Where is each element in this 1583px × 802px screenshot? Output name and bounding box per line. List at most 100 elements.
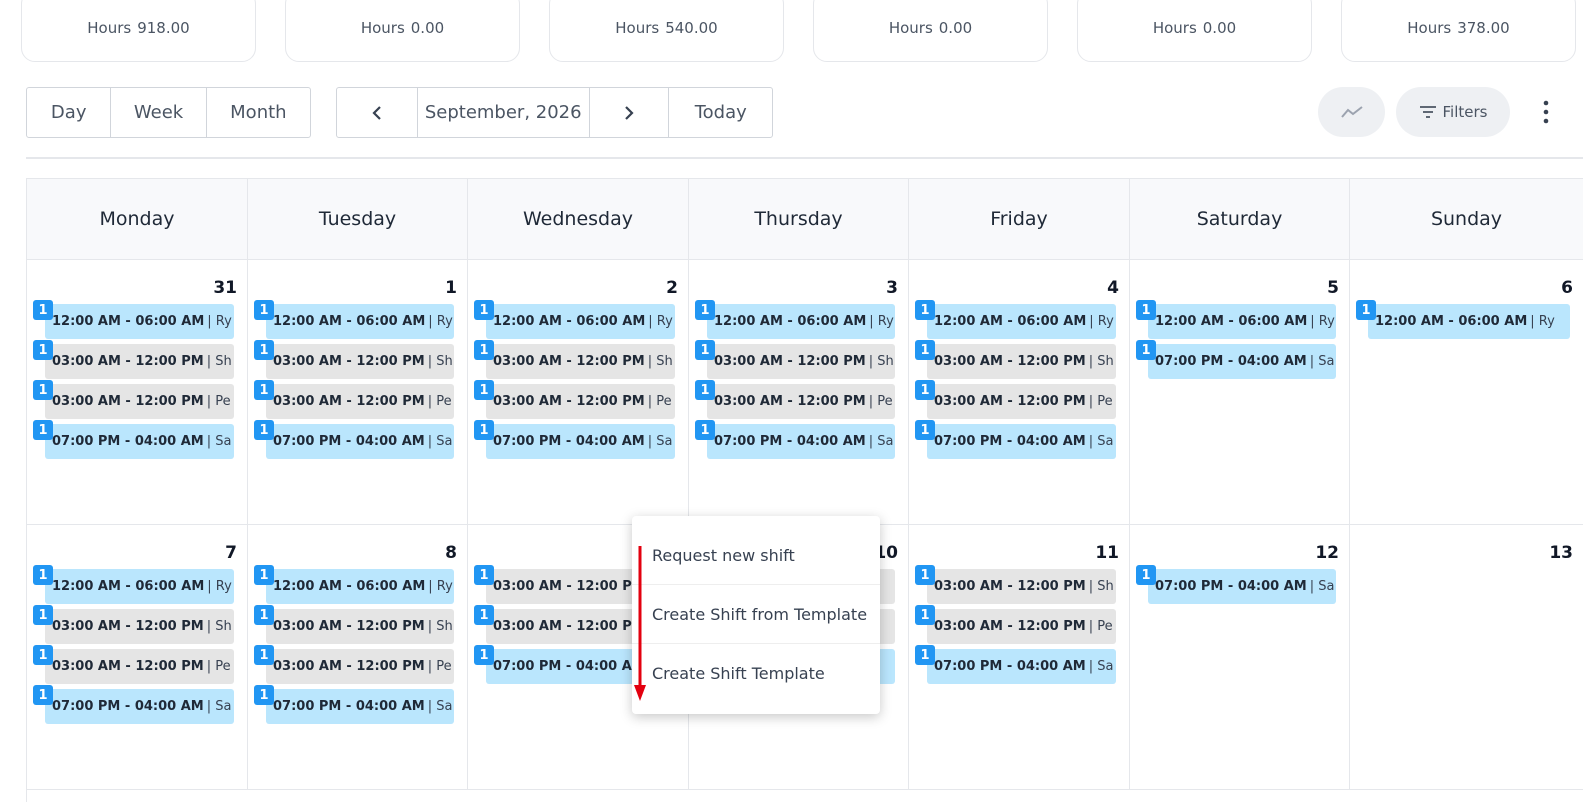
shift-block[interactable]: 03:00 AM - 12:00 PM | Sh <box>486 344 675 379</box>
shift-time: 03:00 AM - 12:00 PM <box>493 394 645 409</box>
shift-count-badge: 1 <box>915 605 935 625</box>
shift-time: 07:00 PM - 04:00 AM <box>273 434 425 449</box>
next-month-button[interactable] <box>590 88 670 137</box>
weekday-header: Friday <box>909 179 1130 260</box>
shift-block[interactable]: 03:00 AM - 12:00 PM | Pe <box>266 384 454 419</box>
shift-assignee: | Ry <box>1310 314 1335 329</box>
shift-assignee: | Sa <box>1309 354 1335 369</box>
shift-time: 07:00 PM - 04:00 AM <box>934 659 1086 674</box>
day-number: 3 <box>886 278 898 298</box>
menu-item-create-shift-from-template[interactable]: Create Shift from Template <box>632 585 880 644</box>
shift-count-badge: 1 <box>474 340 494 360</box>
shift-time: 03:00 AM - 12:00 PM <box>714 354 866 369</box>
chevron-left-icon <box>372 105 381 120</box>
shift-block[interactable]: 03:00 AM - 12:00 PM | Sh <box>45 344 234 379</box>
shift-block[interactable]: 03:00 AM - 12:00 PM | Pe <box>707 384 895 419</box>
shift-block[interactable]: 03:00 AM - 12:00 PM | Sh <box>707 344 895 379</box>
day-cell[interactable]: 1 12:00 AM - 06:00 AM | Ry 1 03:00 AM - 12:0… <box>248 260 468 525</box>
hours-label: Hours <box>888 19 933 37</box>
shift-assignee: | Sh <box>427 354 453 369</box>
shift-block[interactable]: 12:00 AM - 06:00 AM | Ry <box>1368 304 1570 339</box>
shift-block[interactable]: 03:00 AM - 12:00 PM | Sh <box>266 344 454 379</box>
shift-assignee: | Sh <box>1088 579 1114 594</box>
shift-time: 03:00 AM - 12:00 PM <box>52 659 204 674</box>
shift-assignee: | Sh <box>868 354 894 369</box>
shift-block[interactable]: 12:00 AM - 06:00 AM | Ry <box>927 304 1116 339</box>
view-week-button[interactable]: Week <box>111 88 207 137</box>
menu-item-request-new-shift[interactable]: Request new shift <box>632 526 880 585</box>
shift-block[interactable]: 07:00 PM - 04:00 AM | Sa <box>266 424 454 459</box>
shift-block[interactable]: 03:00 AM - 12:00 PM | Sh <box>927 344 1116 379</box>
shift-block[interactable]: 12:00 AM - 06:00 AM | Ry <box>45 569 234 604</box>
day-cell[interactable]: 11 03:00 AM - 12:00 PM | Sh 1 03:00 AM - 12:… <box>909 525 1130 790</box>
shift-block[interactable]: 07:00 PM - 04:00 AM | Sa <box>45 689 234 724</box>
shift-assignee: | Ry <box>207 579 232 594</box>
shift-block[interactable]: 03:00 AM - 12:00 PM | Pe <box>927 384 1116 419</box>
hours-label: Hours <box>360 19 405 37</box>
menu-item-create-shift-template[interactable]: Create Shift Template <box>632 644 880 703</box>
shift-assignee: | Pe <box>427 659 452 674</box>
weekday-header: Tuesday <box>248 179 468 260</box>
shift-block[interactable]: 12:00 AM - 06:00 AM | Ry <box>45 304 234 339</box>
shift-block[interactable]: 03:00 AM - 12:00 PM | Pe <box>266 649 454 684</box>
today-button[interactable]: Today <box>669 88 772 137</box>
shift-block[interactable]: 12:00 AM - 06:00 AM | Ry <box>1148 304 1336 339</box>
trend-button[interactable] <box>1318 87 1385 137</box>
shift-block[interactable]: 03:00 AM - 12:00 PM | Pe <box>45 384 234 419</box>
shift-time: 12:00 AM - 06:00 AM <box>493 314 646 329</box>
shift-count-badge: 1 <box>33 565 53 585</box>
shift-time: 07:00 PM - 04:00 AM <box>273 699 425 714</box>
current-month-label: September, 2026 <box>418 88 590 137</box>
shift-block[interactable]: 03:00 AM - 12:00 PM | Pe <box>486 384 675 419</box>
shift-block[interactable]: 03:00 AM - 12:00 PM | Sh <box>45 609 234 644</box>
hours-label: Hours <box>615 19 660 37</box>
day-cell[interactable]: 13 <box>1350 525 1583 790</box>
day-cell[interactable]: 7 12:00 AM - 06:00 AM | Ry 1 03:00 AM - 12:0… <box>27 525 248 790</box>
day-cell[interactable]: 2 12:00 AM - 06:00 AM | Ry 1 03:00 AM - 12:0… <box>468 260 689 525</box>
shift-block[interactable]: 07:00 PM - 04:00 AM | Sa <box>1148 344 1336 379</box>
shift-block[interactable]: 07:00 PM - 04:00 AM | Sa <box>45 424 234 459</box>
shift-block[interactable]: 07:00 PM - 04:00 AM | Sa <box>266 689 454 724</box>
shift-count-badge: 1 <box>1356 300 1376 320</box>
day-cell[interactable]: 3 12:00 AM - 06:00 AM | Ry 1 03:00 AM - 12:0… <box>689 260 909 525</box>
shift-block[interactable]: 07:00 PM - 04:00 AM | Sa <box>1148 569 1336 604</box>
filters-button[interactable]: Filters <box>1396 87 1510 137</box>
shift-block[interactable]: 12:00 AM - 06:00 AM | Ry <box>266 569 454 604</box>
shift-block[interactable]: 07:00 PM - 04:00 AM | Sa <box>486 424 675 459</box>
shift-block[interactable]: 07:00 PM - 04:00 AM | Sa <box>927 424 1116 459</box>
shift-assignee: | Ry <box>428 314 453 329</box>
shift-count-badge: 1 <box>474 565 494 585</box>
shift-block[interactable]: 07:00 PM - 04:00 AM | Sa <box>927 649 1116 684</box>
shift-block[interactable]: 03:00 AM - 12:00 PM | Sh <box>927 569 1116 604</box>
shift-block[interactable]: 12:00 AM - 06:00 AM | Ry <box>266 304 454 339</box>
shift-assignee: | Ry <box>869 314 894 329</box>
day-cell[interactable]: 8 12:00 AM - 06:00 AM | Ry 1 03:00 AM - 12:0… <box>248 525 468 790</box>
view-day-button[interactable]: Day <box>27 88 112 137</box>
prev-month-button[interactable] <box>337 88 418 137</box>
day-cell[interactable]: 12 07:00 PM - 04:00 AM | Sa 1 <box>1130 525 1350 790</box>
shift-time: 12:00 AM - 06:00 AM <box>52 314 205 329</box>
shift-time: 12:00 AM - 06:00 AM <box>1375 314 1528 329</box>
day-cell[interactable]: 31 12:00 AM - 06:00 AM | Ry 1 03:00 AM - 12:… <box>27 260 248 525</box>
shift-count-badge: 1 <box>474 380 494 400</box>
shift-block[interactable]: 12:00 AM - 06:00 AM | Ry <box>707 304 895 339</box>
hours-card: Hours 918.00 <box>21 0 256 62</box>
day-cell[interactable]: 6 12:00 AM - 06:00 AM | Ry 1 <box>1350 260 1583 525</box>
shift-block[interactable]: 03:00 AM - 12:00 PM | Pe <box>927 609 1116 644</box>
shift-block[interactable]: 12:00 AM - 06:00 AM | Ry <box>486 304 675 339</box>
shift-block[interactable]: 03:00 AM - 12:00 PM | Sh <box>266 609 454 644</box>
day-cell[interactable]: 5 12:00 AM - 06:00 AM | Ry 1 07:00 PM - 04:0… <box>1130 260 1350 525</box>
more-options-button[interactable] <box>1537 98 1555 128</box>
shift-assignee: | Pe <box>868 394 893 409</box>
shift-time: 12:00 AM - 06:00 AM <box>273 314 426 329</box>
shift-time: 07:00 PM - 04:00 AM <box>714 434 866 449</box>
shift-block[interactable]: 07:00 PM - 04:00 AM | Sa <box>707 424 895 459</box>
shift-assignee: | Sh <box>206 619 232 634</box>
shift-count-badge: 1 <box>915 420 935 440</box>
day-cell[interactable]: 4 12:00 AM - 06:00 AM | Ry 1 03:00 AM - 12:0… <box>909 260 1130 525</box>
view-month-button[interactable]: Month <box>207 88 310 137</box>
weekday-header: Monday <box>27 179 248 260</box>
shift-assignee: | Pe <box>206 659 231 674</box>
view-switcher: Day Week Month <box>26 87 311 138</box>
shift-block[interactable]: 03:00 AM - 12:00 PM | Pe <box>45 649 234 684</box>
